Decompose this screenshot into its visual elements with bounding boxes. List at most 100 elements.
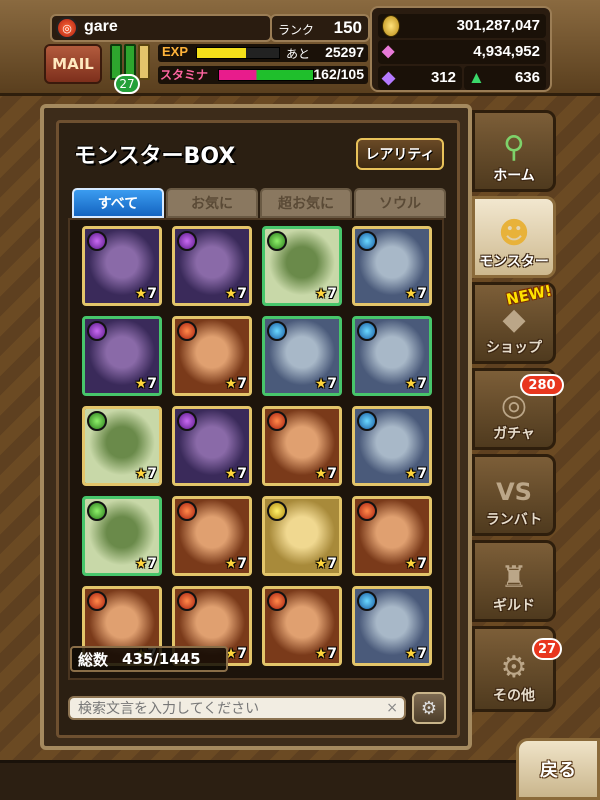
monster-card[interactable]: ★7 [172, 406, 252, 486]
green-crystal-icon: ▲ [468, 68, 485, 87]
exp-bar [196, 47, 280, 59]
dark-element-icon [177, 411, 197, 431]
monster-rarity: ★7 [314, 466, 337, 482]
monster-card[interactable]: ★7 [82, 496, 162, 576]
menu-monster-label: モンスター [479, 254, 549, 270]
gear-icon: ⚙ [500, 650, 528, 685]
count-value: 435/1445 [122, 650, 201, 668]
dragon-icon: ☻ [498, 216, 530, 251]
stamina-value: 162/105 [313, 66, 364, 82]
exp-label: EXP [162, 44, 189, 59]
crystal-value: 4,934,952 [473, 43, 540, 60]
menu-ranking-battle[interactable]: VS ランバト [472, 454, 556, 536]
gacha-badge: 280 [520, 374, 564, 396]
map-pin-icon: ⚲ [503, 130, 525, 165]
gold-value: 301,287,047 [456, 17, 540, 34]
monster-rarity: ★7 [224, 466, 247, 482]
monster-rarity: ★7 [404, 466, 427, 482]
monster-card[interactable]: ★7 [352, 586, 432, 666]
castle-icon: ♜ [500, 560, 528, 595]
monster-card[interactable]: ★7 [82, 406, 162, 486]
dark-element-icon [87, 231, 107, 251]
monster-card[interactable]: ★7 [172, 496, 252, 576]
monster-rarity: ★7 [314, 286, 337, 302]
crystal-icon: ◆ [382, 43, 395, 60]
menu-ranking-battle-label: ランバト [485, 512, 543, 528]
menu-monster[interactable]: ☻ モンスター [472, 196, 556, 278]
fire-element-icon [267, 411, 287, 431]
bottom-strip [0, 760, 516, 800]
fire-element-icon [357, 501, 377, 521]
monster-card[interactable]: ★7 [262, 406, 342, 486]
fire-element-icon [177, 501, 197, 521]
monster-rarity: ★7 [314, 376, 337, 392]
filter-settings-button[interactable]: ⚙ [412, 692, 446, 724]
menu-gacha-label: ガチャ [493, 426, 535, 442]
monster-rarity: ★7 [134, 466, 157, 482]
menu-home[interactable]: ⚲ ホーム [472, 110, 556, 192]
search-input[interactable]: 検索文言を入力してください × [68, 696, 406, 720]
wood-element-icon [87, 501, 107, 521]
monster-card[interactable]: ★7 [352, 496, 432, 576]
fire-element-icon [87, 591, 107, 611]
monster-rarity: ★7 [404, 646, 427, 662]
monster-card[interactable]: ★7 [352, 406, 432, 486]
water-element-icon [357, 411, 377, 431]
mail-label: MAIL [52, 55, 94, 73]
clear-icon[interactable]: × [386, 700, 398, 716]
wood-element-icon [267, 231, 287, 251]
tab-soul[interactable]: ソウル [354, 188, 446, 218]
gem-value: 312 [430, 69, 456, 86]
rank-box: ランク 150 [270, 14, 370, 42]
book-count-badge: 27 [114, 74, 140, 94]
mail-button[interactable]: MAIL [44, 44, 102, 84]
monster-card[interactable]: ★7 [172, 316, 252, 396]
tab-all[interactable]: すべて [72, 188, 164, 218]
currency-panel: 301,287,047 ◆ 4,934,952 ◆ 312 ▲ 636 [370, 6, 552, 92]
monster-card[interactable]: ★7 [352, 316, 432, 396]
dark-element-icon [87, 321, 107, 341]
monster-card[interactable]: ★7 [262, 586, 342, 666]
monster-rarity: ★7 [224, 556, 247, 572]
monster-card[interactable]: ★7 [262, 226, 342, 306]
monster-rarity: ★7 [224, 286, 247, 302]
monster-rarity: ★7 [314, 556, 337, 572]
gear-icon: ⚙ [420, 697, 438, 719]
rarity-sort-button[interactable]: レアリティ [356, 138, 444, 170]
water-element-icon [357, 231, 377, 251]
monster-card[interactable]: ★7 [82, 226, 162, 306]
green-row: ▲ 636 [464, 66, 546, 90]
fire-element-icon [267, 591, 287, 611]
back-button[interactable]: 戻る [516, 738, 600, 800]
tab-favorite[interactable]: お気に [166, 188, 258, 218]
menu-guild[interactable]: ♜ ギルド [472, 540, 556, 622]
rank-label: ランク [278, 23, 315, 37]
monster-rarity: ★7 [224, 646, 247, 662]
fire-element-icon [177, 591, 197, 611]
search-placeholder: 検索文言を入力してください [78, 701, 260, 717]
exp-row: EXP あと 25297 [158, 44, 368, 62]
stamina-bar [218, 69, 314, 81]
gem-row: ◆ 312 [378, 66, 462, 90]
monster-rarity: ★7 [134, 556, 157, 572]
light-element-icon [267, 501, 287, 521]
menu-shop-label: ショップ [486, 340, 542, 356]
gold-coin-icon [382, 15, 400, 37]
monster-card[interactable]: ★7 [172, 226, 252, 306]
menu-guild-label: ギルド [493, 598, 535, 614]
wood-element-icon [87, 411, 107, 431]
stamina-label: スタミナ [160, 68, 209, 82]
monster-card[interactable]: ★7 [352, 226, 432, 306]
player-name: gare [84, 18, 118, 35]
monster-rarity: ★7 [404, 376, 427, 392]
exp-remaining: 25297 [325, 44, 364, 60]
monster-card[interactable]: ★7 [262, 316, 342, 396]
monster-rarity: ★7 [224, 376, 247, 392]
monster-card[interactable]: ★7 [82, 316, 162, 396]
monster-card[interactable]: ★7 [262, 496, 342, 576]
fire-element-icon: ◎ [56, 17, 78, 39]
tab-super-favorite[interactable]: 超お気に [260, 188, 352, 218]
stamina-row: スタミナ 162/105 [158, 66, 368, 84]
page-title: モンスターBOX [74, 144, 236, 169]
gold-row: 301,287,047 [378, 14, 546, 38]
